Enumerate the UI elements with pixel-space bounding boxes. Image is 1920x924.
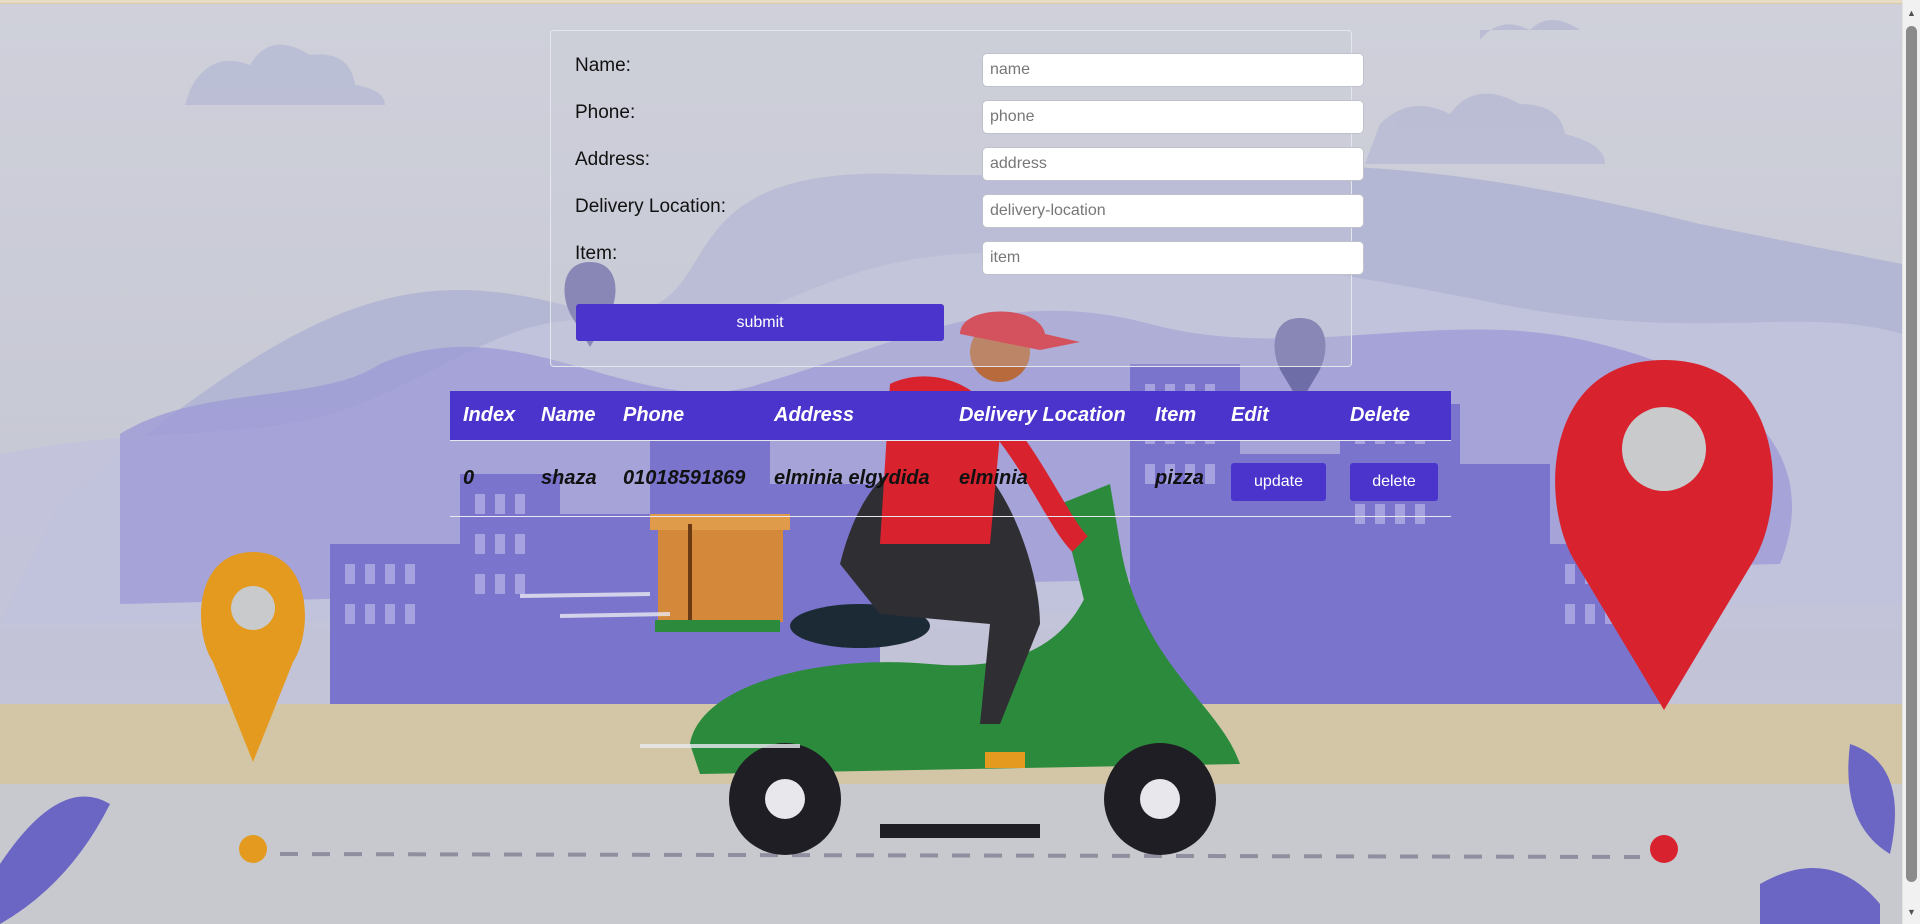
submit-button[interactable]: submit (576, 304, 944, 341)
table-row: 0 shaza 01018591869 elminia elgydida elm… (450, 440, 1451, 516)
phone-label: Phone: (575, 102, 636, 123)
address-label: Address: (575, 149, 650, 170)
vertical-scrollbar[interactable]: ▲ ▼ (1902, 0, 1920, 924)
header-name: Name (528, 391, 610, 441)
header-phone: Phone (610, 391, 761, 441)
cell-delivery-location: elminia (959, 466, 1028, 489)
cell-address: elminia elgydida (774, 466, 930, 489)
cell-delete: delete (1337, 440, 1451, 516)
header-edit: Edit (1218, 391, 1337, 441)
cell-name: shaza (541, 466, 597, 489)
scroll-up-arrow-icon[interactable]: ▲ (1903, 4, 1920, 21)
cell-phone: 01018591869 (623, 466, 746, 489)
table-header-row: Index Name Phone Address Delivery Locati… (450, 391, 1451, 441)
delivery-location-input[interactable] (982, 194, 1364, 228)
delete-button[interactable]: delete (1350, 462, 1438, 501)
scroll-down-arrow-icon[interactable]: ▼ (1903, 903, 1920, 920)
header-delete: Delete (1337, 391, 1451, 441)
address-input[interactable] (982, 147, 1364, 181)
cell-edit: update (1218, 440, 1337, 516)
name-label: Name: (575, 55, 631, 76)
cell-item: pizza (1155, 466, 1204, 489)
update-button[interactable]: update (1231, 462, 1326, 501)
cell-index: 0 (463, 466, 475, 489)
header-index: Index (450, 391, 528, 441)
orders-table: Index Name Phone Address Delivery Locati… (450, 391, 1451, 517)
scrollbar-thumb[interactable] (1906, 26, 1917, 882)
name-input[interactable] (982, 53, 1364, 87)
form-row-delivery-location: Delivery Location: (575, 194, 1364, 230)
header-address: Address (761, 391, 946, 441)
phone-input[interactable] (982, 100, 1364, 134)
header-item: Item (1142, 391, 1218, 441)
delivery-location-label: Delivery Location: (575, 196, 727, 217)
item-label: Item: (575, 243, 618, 264)
order-form: Name: Phone: Address: Delivery Location:… (550, 30, 1364, 367)
form-row-phone: Phone: (575, 100, 1364, 136)
form-row-name: Name: (575, 53, 1364, 89)
header-delivery-location: Delivery Location (946, 391, 1142, 441)
item-input[interactable] (982, 241, 1364, 275)
form-row-address: Address: (575, 147, 1364, 183)
form-row-item: Item: (575, 241, 1364, 277)
